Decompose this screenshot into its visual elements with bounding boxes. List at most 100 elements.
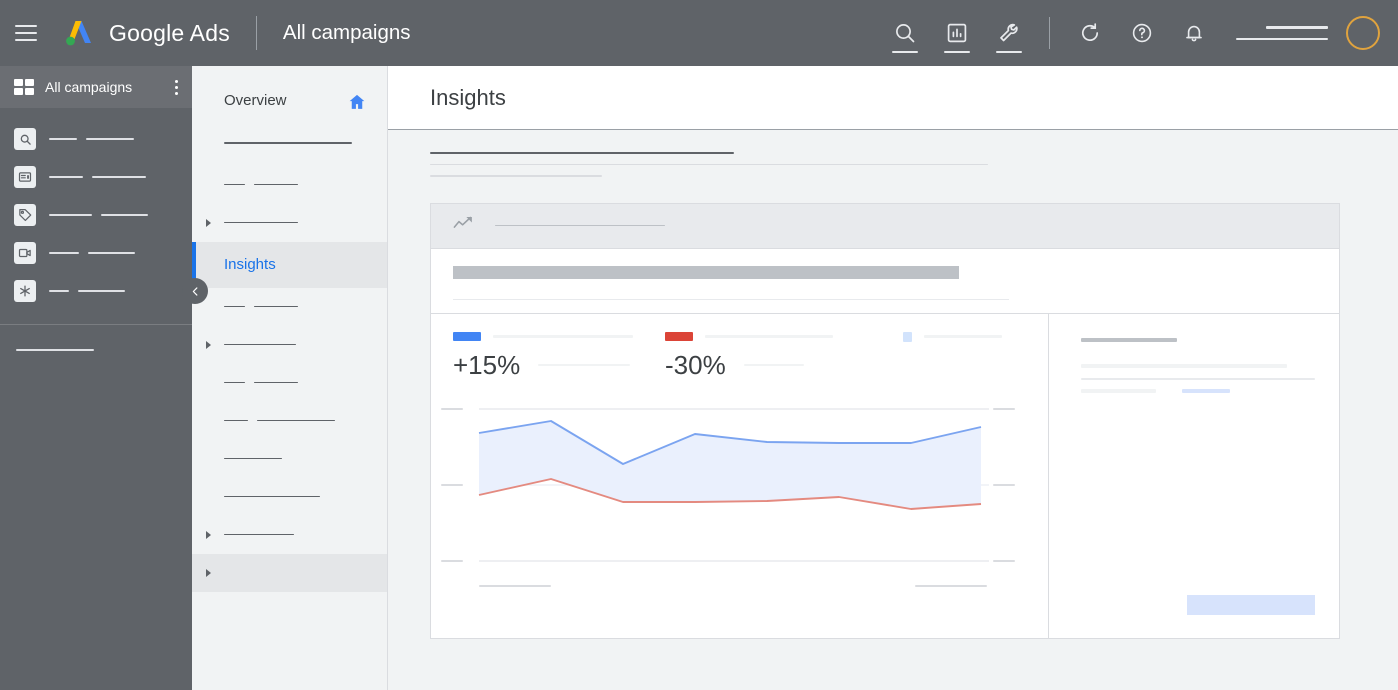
detail-link-placeholder[interactable] bbox=[1182, 388, 1230, 393]
chart-legend bbox=[431, 314, 1048, 342]
overview-label: Overview bbox=[224, 92, 287, 109]
y-axis-tick bbox=[993, 407, 1015, 410]
sub-item-placeholder bbox=[224, 221, 298, 224]
rail-item-placeholder bbox=[49, 214, 148, 216]
sidebar-item-label: Insights bbox=[224, 256, 276, 273]
sub-item-placeholder bbox=[224, 305, 298, 308]
chevron-left-icon[interactable] bbox=[182, 278, 208, 304]
legend-swatch-blue bbox=[453, 332, 481, 341]
sidebar-item-placeholder-6[interactable] bbox=[192, 402, 387, 440]
kebab-menu-icon[interactable] bbox=[171, 76, 182, 99]
rail-item-search[interactable] bbox=[0, 120, 192, 158]
rail-header[interactable]: All campaigns bbox=[0, 66, 192, 108]
sidebar-item-placeholder-3[interactable] bbox=[192, 288, 387, 326]
y-axis-tick bbox=[441, 407, 463, 410]
card-subheader-line bbox=[453, 298, 1009, 300]
description-line bbox=[430, 152, 734, 154]
sidebar-item-placeholder-10[interactable] bbox=[192, 553, 387, 592]
display-campaign-icon bbox=[14, 166, 36, 188]
card-header bbox=[431, 203, 1339, 249]
sub-item-placeholder bbox=[224, 495, 320, 498]
rail-item-placeholder bbox=[49, 252, 135, 254]
stat-value-positive: +15% bbox=[453, 349, 521, 380]
x-axis-label-placeholder bbox=[479, 584, 551, 587]
avatar[interactable] bbox=[1346, 16, 1380, 50]
sub-item-placeholder bbox=[224, 533, 294, 536]
range-fill bbox=[479, 420, 981, 509]
video-campaign-icon bbox=[14, 242, 36, 264]
app-root: Google Ads All campaigns All campaigns O… bbox=[0, 0, 1398, 690]
sidebar-item-overview[interactable]: Overview bbox=[192, 66, 387, 142]
topbar-placeholder-line bbox=[1236, 37, 1328, 40]
sidebar-item-placeholder-9[interactable] bbox=[192, 516, 387, 554]
detail-line bbox=[1081, 388, 1156, 393]
hamburger-icon[interactable] bbox=[15, 25, 37, 41]
description-placeholder bbox=[430, 152, 1364, 177]
campaign-rail: All campaigns bbox=[0, 66, 192, 690]
sidebar-item-placeholder-7[interactable] bbox=[192, 440, 387, 478]
sidebar-item-placeholder-1[interactable] bbox=[192, 166, 387, 204]
y-axis-tick bbox=[441, 559, 463, 562]
stat-placeholder bbox=[538, 364, 631, 366]
insights-card: +15% -30% bbox=[430, 202, 1340, 639]
sidebar-item-placeholder-5[interactable] bbox=[192, 364, 387, 402]
sub-item-placeholder bbox=[224, 381, 298, 384]
card-content: +15% -30% bbox=[431, 312, 1339, 638]
brand-divider bbox=[255, 16, 257, 50]
chevron-right-icon bbox=[206, 218, 211, 227]
legend-label-placeholder bbox=[493, 335, 633, 338]
y-axis-tick bbox=[993, 559, 1015, 562]
help-icon[interactable] bbox=[1120, 11, 1164, 55]
topbar-placeholder-line bbox=[1266, 26, 1328, 29]
chart-svg bbox=[478, 407, 989, 562]
rail-item-video[interactable] bbox=[0, 234, 192, 272]
notifications-icon[interactable] bbox=[1172, 11, 1216, 55]
chart-stats: +15% -30% bbox=[431, 342, 1048, 381]
insight-detail-panel bbox=[1049, 314, 1339, 638]
sub-item-placeholder bbox=[224, 183, 298, 186]
card-subheader bbox=[431, 249, 1339, 313]
rail-item-placeholder bbox=[49, 290, 125, 292]
sub-item-placeholder bbox=[224, 419, 335, 422]
main-content: Insights +15% -30% bbox=[388, 66, 1398, 690]
main-body: +15% -30% bbox=[388, 130, 1398, 639]
shopping-campaign-icon bbox=[14, 204, 36, 226]
rail-item-placeholder bbox=[49, 176, 146, 178]
home-icon[interactable] bbox=[347, 92, 367, 117]
sidebar-item-placeholder-4[interactable] bbox=[192, 326, 387, 364]
trending-up-icon bbox=[453, 214, 475, 237]
refresh-icon[interactable] bbox=[1068, 11, 1112, 55]
sub-item-placeholder bbox=[224, 343, 296, 346]
main-header: Insights bbox=[388, 66, 1398, 130]
y-axis-tick bbox=[993, 483, 1015, 486]
rail-item-shopping[interactable] bbox=[0, 196, 192, 234]
topbar-placeholder-lines bbox=[1236, 26, 1328, 40]
search-underline bbox=[892, 51, 918, 53]
grid-icon bbox=[14, 79, 34, 95]
rail-item-display[interactable] bbox=[0, 158, 192, 196]
chevron-right-icon bbox=[206, 340, 211, 349]
rail-item-list bbox=[0, 108, 192, 310]
search-icon[interactable] bbox=[883, 11, 927, 55]
sidebar-item-placeholder-8[interactable] bbox=[192, 478, 387, 516]
sub-item-placeholder bbox=[224, 457, 282, 460]
sidebar-item-insights[interactable]: Insights bbox=[192, 241, 387, 288]
legend-swatch-red bbox=[665, 332, 693, 341]
chevron-right-icon bbox=[206, 530, 211, 539]
tools-icon[interactable] bbox=[987, 11, 1031, 55]
legend-item-negative bbox=[665, 332, 903, 341]
legend-item-positive bbox=[453, 332, 665, 341]
rail-footer[interactable] bbox=[0, 325, 192, 351]
rail-item-app[interactable] bbox=[0, 272, 192, 310]
google-ads-logo-icon bbox=[61, 17, 97, 49]
legend-label-placeholder bbox=[924, 335, 1002, 338]
reports-underline bbox=[944, 51, 970, 53]
detail-title-placeholder bbox=[1081, 337, 1177, 342]
reports-icon[interactable] bbox=[935, 11, 979, 55]
x-axis-label-placeholder bbox=[915, 584, 987, 587]
sidebar-item-placeholder-2[interactable] bbox=[192, 204, 387, 242]
cta-button[interactable] bbox=[1187, 594, 1315, 615]
chevron-right-icon bbox=[206, 568, 211, 577]
legend-item-range bbox=[903, 331, 1002, 342]
detail-line bbox=[1081, 377, 1315, 380]
